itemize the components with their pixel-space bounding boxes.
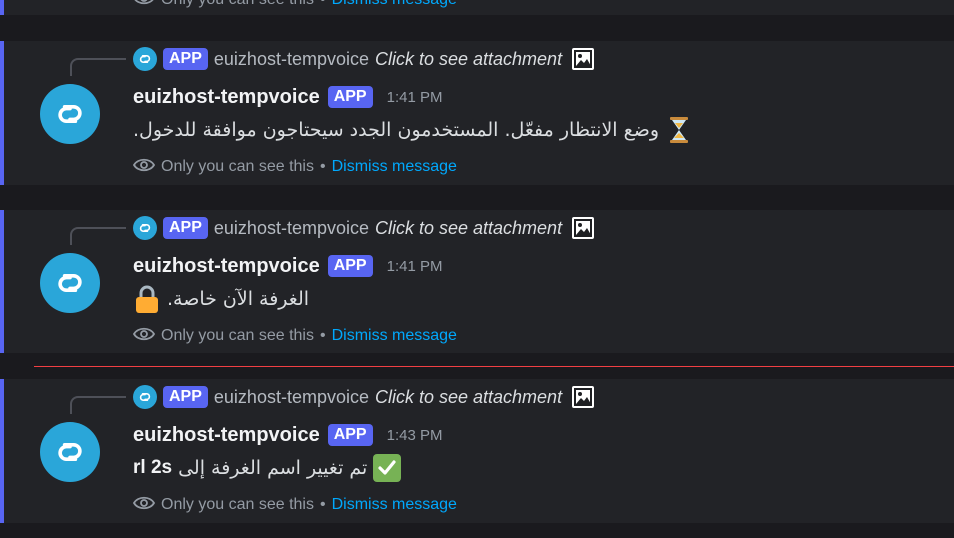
link-logo-icon — [58, 443, 82, 461]
reply-avatar[interactable] — [133, 216, 157, 240]
reply-connector — [70, 227, 126, 245]
image-icon — [572, 217, 595, 239]
check-mark-icon — [373, 454, 402, 482]
reply-text[interactable]: Click to see attachment — [375, 49, 562, 70]
reply-avatar[interactable] — [133, 385, 157, 409]
separator-dot: • — [319, 327, 326, 344]
separator-dot: • — [320, 0, 326, 9]
timestamp[interactable]: 1:41 PM — [387, 89, 443, 106]
message-text: الغرفة الآن خاصة. — [167, 288, 310, 310]
reply-text[interactable]: Click to see attachment — [375, 387, 562, 408]
timestamp[interactable]: 1:41 PM — [387, 258, 443, 275]
app-badge: APP — [163, 217, 208, 239]
avatar[interactable] — [40, 253, 100, 313]
hourglass-icon — [665, 116, 693, 144]
message-content: الغرفة الآن خاصة. — [133, 283, 309, 315]
message: APP euizhost-tempvoice Click to see atta… — [0, 41, 954, 185]
eye-icon — [132, 157, 156, 178]
message-header: euizhost-tempvoice APP 1:41 PM — [133, 253, 442, 279]
reply-text[interactable]: Click to see attachment — [375, 218, 562, 239]
ephemeral-notice: Only you can see this • Dismiss message — [132, 155, 457, 179]
dismiss-message-link[interactable]: Dismiss message — [332, 158, 457, 176]
avatar[interactable] — [40, 84, 100, 144]
reply-preview[interactable]: APP euizhost-tempvoice Click to see atta… — [133, 385, 595, 409]
ephemeral-notice: Only you can see this • Dismiss message — [132, 493, 457, 517]
image-icon — [572, 48, 595, 70]
ephemeral-text: Only you can see this — [161, 327, 314, 344]
dismiss-message-link[interactable]: Dismiss message — [332, 0, 457, 9]
ephemeral-notice: Only you can see this • Dismiss message — [133, 0, 457, 12]
app-badge: APP — [163, 48, 208, 70]
username[interactable]: euizhost-tempvoice — [133, 86, 320, 109]
message-partial-top: Only you can see this • Dismiss message — [0, 0, 954, 15]
app-badge: APP — [327, 255, 373, 277]
link-logo-icon — [58, 105, 82, 123]
separator-dot: • — [319, 496, 326, 513]
message: APP euizhost-tempvoice Click to see atta… — [0, 210, 954, 353]
reply-preview[interactable]: APP euizhost-tempvoice Click to see atta… — [133, 47, 595, 71]
message-text: وضع الانتظار مفعّل. المستخدمون الجدد سيح… — [133, 119, 660, 141]
link-logo-icon — [58, 274, 82, 292]
dismiss-message-link[interactable]: Dismiss message — [332, 496, 457, 514]
eye-icon — [133, 0, 155, 11]
message-content: rl 2s تم تغيير اسم الغرفة إلى — [133, 452, 402, 484]
ephemeral-text: Only you can see this — [161, 496, 314, 513]
avatar[interactable] — [40, 422, 100, 482]
message-header: euizhost-tempvoice APP 1:43 PM — [133, 422, 442, 448]
image-icon — [572, 386, 595, 408]
reply-connector — [70, 396, 126, 414]
timestamp[interactable]: 1:43 PM — [387, 427, 443, 444]
reply-preview[interactable]: APP euizhost-tempvoice Click to see atta… — [133, 216, 595, 240]
username[interactable]: euizhost-tempvoice — [133, 255, 320, 278]
eye-icon — [132, 326, 156, 347]
ephemeral-text: Only you can see this — [161, 0, 314, 9]
app-badge: APP — [163, 386, 208, 408]
reply-avatar[interactable] — [133, 47, 157, 71]
app-badge: APP — [327, 424, 373, 446]
reply-username[interactable]: euizhost-tempvoice — [214, 49, 369, 70]
message: APP euizhost-tempvoice Click to see atta… — [0, 379, 954, 523]
separator-dot: • — [319, 158, 326, 175]
new-messages-divider — [34, 366, 954, 367]
lock-icon — [133, 285, 161, 313]
link-logo-icon — [139, 55, 151, 63]
eye-icon — [132, 495, 156, 516]
reply-username[interactable]: euizhost-tempvoice — [214, 218, 369, 239]
channel-name-text: rl 2s — [133, 457, 173, 478]
link-logo-icon — [139, 393, 151, 401]
message-text: تم تغيير اسم الغرفة إلى — [178, 457, 368, 479]
message-content: وضع الانتظار مفعّل. المستخدمون الجدد سيح… — [133, 114, 693, 146]
reply-connector — [70, 58, 126, 76]
ephemeral-notice: Only you can see this • Dismiss message — [132, 324, 457, 348]
reply-username[interactable]: euizhost-tempvoice — [214, 387, 369, 408]
ephemeral-text: Only you can see this — [161, 158, 314, 175]
link-logo-icon — [139, 224, 151, 232]
dismiss-message-link[interactable]: Dismiss message — [332, 327, 457, 345]
app-badge: APP — [327, 86, 373, 108]
username[interactable]: euizhost-tempvoice — [133, 424, 320, 447]
message-header: euizhost-tempvoice APP 1:41 PM — [133, 84, 442, 110]
